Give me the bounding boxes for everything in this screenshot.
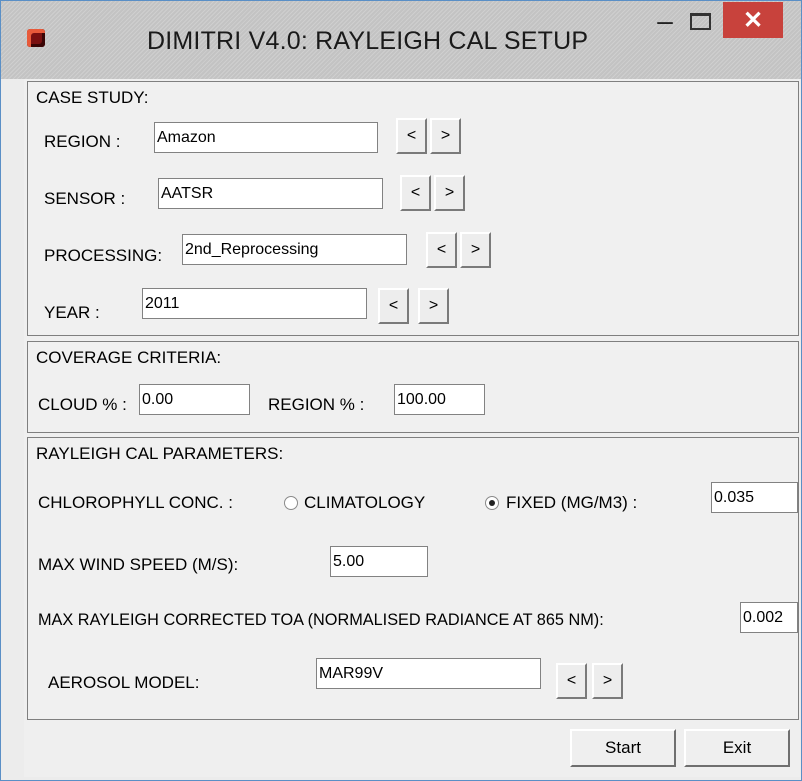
year-field[interactable]	[142, 288, 367, 319]
region-coverage-field[interactable]	[394, 384, 485, 415]
app-window: DIMITRI V4.0: RAYLEIGH CAL SETUP – ✕ CAS…	[0, 0, 802, 781]
window-title: DIMITRI V4.0: RAYLEIGH CAL SETUP	[147, 27, 589, 55]
coverage-criteria-heading: COVERAGE CRITERIA:	[36, 348, 222, 367]
aerosol-model-label: AEROSOL MODEL:	[48, 673, 200, 692]
toa-field[interactable]	[740, 602, 798, 633]
cloud-label: CLOUD % :	[38, 395, 127, 414]
fixed-radio[interactable]	[485, 496, 499, 510]
processing-field[interactable]	[182, 234, 407, 265]
maximize-icon	[689, 12, 711, 30]
region-field[interactable]	[154, 122, 378, 153]
app-icon[interactable]	[27, 29, 45, 47]
rayleigh-parameters-group: RAYLEIGH CAL PARAMETERS: CHLOROPHYLL CON…	[27, 437, 799, 720]
cloud-field[interactable]	[139, 384, 250, 415]
chlorophyll-label: CHLOROPHYLL CONC. :	[38, 493, 233, 512]
aerosol-model-field[interactable]	[316, 658, 541, 689]
title-bar[interactable]: DIMITRI V4.0: RAYLEIGH CAL SETUP – ✕	[1, 1, 801, 79]
sensor-field[interactable]	[158, 178, 383, 209]
year-label: YEAR :	[44, 303, 100, 322]
region-next-button[interactable]: >	[430, 118, 461, 154]
fixed-label: FIXED (MG/M3) :	[506, 493, 638, 512]
processing-label: PROCESSING:	[44, 246, 163, 265]
sensor-prev-button[interactable]: <	[400, 175, 431, 211]
sensor-label: SENSOR :	[44, 189, 126, 208]
region-prev-button[interactable]: <	[396, 118, 427, 154]
case-study-heading: CASE STUDY:	[36, 88, 149, 107]
aerosol-prev-button[interactable]: <	[556, 663, 587, 699]
client-area: CASE STUDY: REGION : < > SENSOR : < > PR…	[24, 79, 800, 777]
climatology-label: CLIMATOLOGY	[304, 493, 426, 512]
year-next-button[interactable]: >	[418, 288, 449, 324]
year-prev-button[interactable]: <	[378, 288, 409, 324]
wind-speed-label: MAX WIND SPEED (M/S):	[38, 555, 239, 574]
exit-button[interactable]: Exit	[684, 729, 790, 767]
case-study-group: CASE STUDY: REGION : < > SENSOR : < > PR…	[27, 81, 799, 336]
rayleigh-parameters-heading: RAYLEIGH CAL PARAMETERS:	[36, 444, 284, 463]
sensor-next-button[interactable]: >	[434, 175, 465, 211]
processing-next-button[interactable]: >	[460, 232, 491, 268]
region-label: REGION :	[44, 132, 121, 151]
processing-prev-button[interactable]: <	[426, 232, 457, 268]
maximize-button[interactable]	[677, 1, 723, 41]
chlorophyll-field[interactable]	[711, 482, 798, 513]
aerosol-next-button[interactable]: >	[592, 663, 623, 699]
close-button[interactable]: ✕	[723, 2, 783, 38]
toa-label: MAX RAYLEIGH CORRECTED TOA (NORMALISED R…	[38, 611, 604, 629]
coverage-criteria-group: COVERAGE CRITERIA: CLOUD % : REGION % :	[27, 341, 799, 433]
start-button[interactable]: Start	[570, 729, 676, 767]
wind-speed-field[interactable]	[330, 546, 428, 577]
region-coverage-label: REGION % :	[268, 395, 365, 414]
climatology-radio[interactable]	[284, 496, 298, 510]
